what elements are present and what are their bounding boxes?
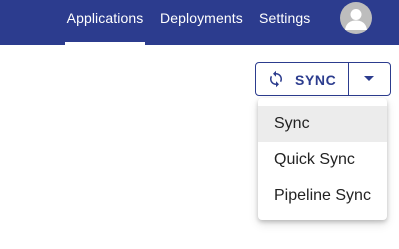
sync-split-button: SYNC [255,62,391,96]
sync-button-label: SYNC [295,72,337,88]
nav-tab-settings[interactable]: Settings [259,0,310,45]
menu-item-sync[interactable]: Sync [258,106,387,142]
sync-button[interactable]: SYNC [256,63,349,95]
active-tab-indicator [65,42,145,45]
menu-item-quick-sync[interactable]: Quick Sync [258,142,387,178]
sync-options-menu: Sync Quick Sync Pipeline Sync [258,98,387,220]
menu-item-pipeline-sync[interactable]: Pipeline Sync [258,178,387,214]
account-avatar-icon[interactable] [340,2,372,34]
top-app-bar: Applications Deployments Settings [0,0,399,45]
nav-tab-applications[interactable]: Applications [65,0,145,45]
sync-icon [270,70,282,88]
caret-down-icon [364,76,374,81]
sync-options-toggle[interactable] [349,63,390,95]
nav-tab-deployments[interactable]: Deployments [160,0,243,45]
